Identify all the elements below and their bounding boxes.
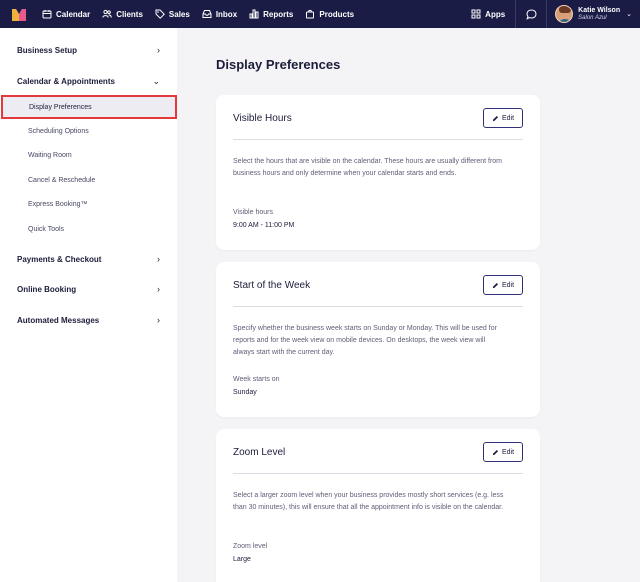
sidebar-section-label: Business Setup bbox=[17, 45, 78, 55]
inbox-icon bbox=[202, 10, 212, 18]
card-title: Start of the Week bbox=[233, 280, 311, 291]
nav-clients[interactable]: Clients bbox=[102, 0, 143, 28]
clients-icon bbox=[102, 9, 113, 18]
sidebar-section-label: Online Booking bbox=[17, 284, 77, 294]
tag-icon bbox=[155, 9, 165, 19]
nav-products-label: Products bbox=[319, 9, 355, 19]
card-description: Select a larger zoom level when your bus… bbox=[233, 492, 504, 511]
nav-sales[interactable]: Sales bbox=[155, 0, 190, 28]
sidebar-section-calendar-appointments[interactable]: Calendar & Appointments ⌄ bbox=[0, 71, 177, 91]
sidebar-section-label: Payments & Checkout bbox=[17, 254, 102, 264]
field-label: Visible hours bbox=[233, 209, 273, 216]
sidebar-item-label: Scheduling Options bbox=[28, 127, 89, 135]
apps-button[interactable]: Apps bbox=[471, 9, 515, 19]
divider bbox=[233, 139, 523, 140]
nav-reports-label: Reports bbox=[263, 9, 294, 19]
sidebar-item-label: Display Preferences bbox=[29, 103, 92, 111]
nav-reports[interactable]: Reports bbox=[249, 0, 293, 28]
sidebar-item-label: Quick Tools bbox=[28, 225, 65, 233]
main-content: Display Preferences Visible Hours Edit S… bbox=[177, 28, 640, 582]
nav-right-group: Apps Katie Wilson Salon Azul ⌄ bbox=[471, 0, 640, 28]
chevron-right-icon: › bbox=[157, 45, 160, 55]
bar-chart-icon bbox=[249, 9, 259, 19]
nav-calendar[interactable]: Calendar bbox=[42, 0, 90, 28]
grid-icon bbox=[471, 9, 481, 19]
nav-clients-label: Clients bbox=[116, 9, 143, 19]
field-value: 9:00 AM - 11:00 PM bbox=[233, 222, 295, 229]
sidebar-item-quick-tools[interactable]: Quick Tools bbox=[0, 219, 177, 239]
page-title: Display Preferences bbox=[216, 57, 341, 72]
start-of-week-card: Start of the Week Edit Specify whether t… bbox=[216, 262, 540, 417]
nav-products[interactable]: Products bbox=[305, 0, 354, 28]
card-title: Visible Hours bbox=[233, 113, 292, 124]
nav-inbox-label: Inbox bbox=[215, 9, 238, 19]
user-salon: Salon Azul bbox=[578, 14, 607, 21]
divider bbox=[233, 306, 523, 307]
visible-hours-card: Visible Hours Edit Select the hours that… bbox=[216, 95, 540, 250]
sidebar-section-payments-checkout[interactable]: Payments & Checkout › bbox=[0, 249, 177, 269]
nav-calendar-label: Calendar bbox=[56, 9, 91, 19]
zoom-level-card: Zoom Level Edit Select a larger zoom lev… bbox=[216, 429, 540, 582]
pencil-icon bbox=[492, 449, 499, 455]
top-nav-bar: Calendar Clients Sales Inbox Reports Pro… bbox=[0, 0, 640, 28]
sidebar-section-label: Calendar & Appointments bbox=[17, 76, 115, 86]
nav-sales-label: Sales bbox=[168, 9, 190, 19]
field-value: Large bbox=[233, 556, 251, 563]
sidebar-item-label: Express Booking™ bbox=[28, 200, 88, 208]
chevron-right-icon: › bbox=[157, 254, 160, 264]
avatar bbox=[555, 5, 574, 23]
chevron-right-icon: › bbox=[157, 315, 160, 325]
apps-label: Apps bbox=[485, 9, 506, 19]
pencil-icon bbox=[492, 115, 499, 121]
sidebar-item-cancel-reschedule[interactable]: Cancel & Reschedule bbox=[0, 170, 177, 190]
edit-label: Edit bbox=[501, 448, 515, 456]
card-description: Specify whether the business week starts… bbox=[233, 325, 497, 356]
card-title: Zoom Level bbox=[233, 447, 286, 458]
nav-inbox[interactable]: Inbox bbox=[202, 0, 237, 28]
edit-label: Edit bbox=[501, 114, 515, 122]
edit-visible-hours-button[interactable]: Edit bbox=[483, 108, 523, 128]
sidebar-item-express-booking[interactable]: Express Booking™ bbox=[0, 194, 177, 214]
field-label: Week starts on bbox=[233, 376, 280, 383]
bag-icon bbox=[306, 9, 315, 19]
chat-bubble-icon bbox=[525, 8, 537, 20]
edit-zoom-level-button[interactable]: Edit bbox=[483, 442, 523, 462]
edit-label: Edit bbox=[501, 281, 515, 289]
chevron-down-icon: ⌄ bbox=[626, 11, 632, 18]
settings-sidebar: Business Setup › Calendar & Appointments… bbox=[0, 28, 177, 582]
sidebar-item-label: Waiting Room bbox=[28, 151, 72, 159]
sidebar-section-business-setup[interactable]: Business Setup › bbox=[0, 40, 177, 60]
sidebar-item-scheduling-options[interactable]: Scheduling Options bbox=[0, 121, 177, 141]
sidebar-section-label: Automated Messages bbox=[17, 315, 100, 325]
sidebar-item-waiting-room[interactable]: Waiting Room bbox=[0, 145, 177, 165]
card-description: Select the hours that are visible on the… bbox=[233, 158, 503, 177]
chevron-down-icon: ⌄ bbox=[152, 75, 160, 86]
pencil-icon bbox=[492, 282, 499, 288]
sidebar-section-online-booking[interactable]: Online Booking › bbox=[0, 279, 177, 299]
sidebar-item-display-preferences[interactable]: Display Preferences bbox=[1, 95, 177, 119]
user-name: Katie Wilson bbox=[578, 7, 621, 15]
user-menu[interactable]: Katie Wilson Salon Azul ⌄ bbox=[547, 0, 640, 28]
field-label: Zoom level bbox=[233, 543, 268, 550]
edit-start-of-week-button[interactable]: Edit bbox=[483, 275, 523, 295]
calendar-icon bbox=[42, 10, 52, 19]
chevron-right-icon: › bbox=[157, 284, 160, 294]
sidebar-item-label: Cancel & Reschedule bbox=[28, 176, 96, 184]
field-value: Sunday bbox=[233, 389, 257, 396]
chat-button[interactable] bbox=[516, 0, 546, 28]
logo[interactable] bbox=[12, 8, 26, 21]
sidebar-section-automated-messages[interactable]: Automated Messages › bbox=[0, 310, 177, 330]
divider bbox=[233, 473, 523, 474]
